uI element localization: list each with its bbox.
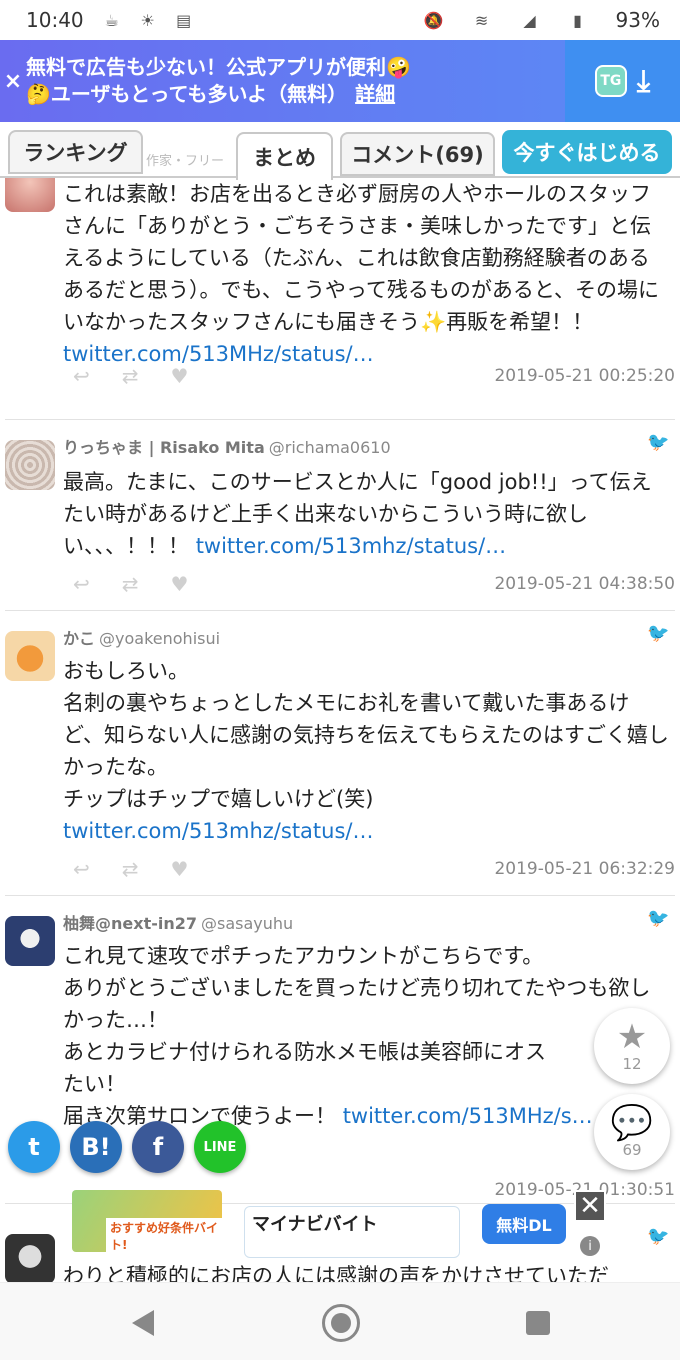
comment-fab[interactable]: 💬 69 bbox=[594, 1094, 670, 1170]
tweet-text: おもしろい。 名刺の裏やちょっとしたメモにお礼を書いて戴いた事あるけど、知らない… bbox=[63, 659, 669, 843]
like-icon[interactable]: ♥ bbox=[171, 572, 189, 596]
ad-image-label: おすすめ好条件バイト! bbox=[106, 1218, 222, 1254]
ad-title[interactable]: マイナビバイト bbox=[252, 1210, 378, 1236]
twitter-bird-icon: 🐦 bbox=[647, 908, 670, 929]
tweet-timestamp[interactable]: 2019-05-21 06:32:29 bbox=[494, 859, 675, 879]
reply-icon[interactable]: ↩ bbox=[73, 857, 90, 881]
download-icon: ⤓ bbox=[636, 63, 651, 99]
tweet-text: これ見て速攻でポチったアカウントがこちらです。 ありがとうございましたを買ったけ… bbox=[63, 944, 651, 1128]
battery-level: 93% bbox=[615, 8, 660, 32]
ad-close-button[interactable]: ✕ bbox=[574, 1190, 606, 1222]
tweet-link[interactable]: twitter.com/513MHz/status/… bbox=[63, 342, 374, 366]
like-icon[interactable]: ♥ bbox=[171, 857, 189, 881]
home-icon[interactable] bbox=[322, 1304, 360, 1342]
tweet-feed[interactable]: これは素敵！お店を出るとき必ず厨房の人やホールのスタッフさんに「ありがとう・ごち… bbox=[0, 178, 680, 1282]
start-now-button[interactable]: 今すぐはじめる bbox=[502, 130, 672, 174]
app-promo-banner[interactable]: × 無料で広告も少ない！公式アプリが便利🤪 🤔ユーザもとっても多いよ（無料） 詳細… bbox=[0, 40, 680, 122]
tweet-link[interactable]: twitter.com/513MHz/s… bbox=[343, 1104, 593, 1128]
facebook-icon: f bbox=[152, 1133, 164, 1161]
app-icon: TG bbox=[594, 65, 627, 97]
banner-text: 無料で広告も少ない！公式アプリが便利🤪 🤔ユーザもとっても多いよ（無料） 詳細 bbox=[26, 54, 565, 108]
twitter-bird-icon: 🐦 bbox=[647, 1226, 670, 1247]
avatar[interactable] bbox=[5, 178, 55, 212]
tweet-author: 柚舞@next-in27 @sasayuhu bbox=[63, 910, 293, 934]
tweet-actions: ↩ ⇄ ♥ bbox=[73, 857, 188, 881]
tweet-timestamp[interactable]: 2019-05-21 00:25:20 bbox=[494, 366, 675, 386]
twitter-icon: t bbox=[28, 1133, 40, 1161]
hatena-share-button[interactable]: B! bbox=[70, 1121, 122, 1173]
retweet-icon[interactable]: ⇄ bbox=[122, 364, 139, 388]
mute-icon: 🔕 bbox=[423, 10, 444, 30]
ad-image[interactable]: おすすめ好条件バイト! bbox=[72, 1190, 222, 1254]
tweet-actions: ↩ ⇄ ♥ bbox=[73, 572, 188, 596]
notification-icon: ☕ bbox=[104, 10, 119, 30]
comment-bubble-icon: 💬 bbox=[610, 1103, 654, 1143]
twitter-bird-icon: 🐦 bbox=[647, 432, 670, 453]
retweet-icon[interactable]: ⇄ bbox=[122, 572, 139, 596]
system-nav-bar bbox=[0, 1282, 680, 1360]
tweet-item: りっちゃま | Risako Mita @richama0610 🐦 最高。たまに… bbox=[5, 420, 675, 611]
like-icon[interactable]: ♥ bbox=[171, 364, 189, 388]
twitter-bird-icon: 🐦 bbox=[647, 623, 670, 644]
author-handle[interactable]: @yoakenohisui bbox=[99, 629, 220, 648]
bottom-ad[interactable]: おすすめ好条件バイト! マイナビバイト 無料DL ✕ i bbox=[72, 1188, 608, 1260]
tweet-link[interactable]: twitter.com/513mhz/status/… bbox=[63, 819, 374, 843]
weather-icon: ☀ bbox=[140, 10, 155, 30]
reply-icon[interactable]: ↩ bbox=[73, 572, 90, 596]
tweet-text: 最高。たまに、このサービスとか人に「good job!!」って伝えたい時があるけ… bbox=[63, 470, 652, 558]
back-icon[interactable] bbox=[132, 1310, 154, 1336]
wifi-icon: ≋ bbox=[474, 10, 489, 30]
banner-line-2: 🤔ユーザもとっても多いよ（無料） bbox=[26, 82, 348, 106]
banner-line-1: 無料で広告も少ない！公式アプリが便利🤪 bbox=[26, 55, 411, 79]
line-icon: LINE bbox=[203, 1139, 237, 1155]
avatar[interactable] bbox=[5, 440, 55, 490]
clock: 10:40 bbox=[26, 8, 84, 32]
tweet-actions: ↩ ⇄ ♥ bbox=[73, 364, 188, 388]
avatar[interactable] bbox=[5, 631, 55, 681]
tweet-item: これは素敵！お店を出るとき必ず厨房の人やホールのスタッフさんに「ありがとう・ごち… bbox=[5, 178, 675, 420]
tweet-author: りっちゃま | Risako Mita @richama0610 bbox=[63, 434, 391, 458]
retweet-icon[interactable]: ⇄ bbox=[122, 857, 139, 881]
tweet-text: わりと積極的にお店の人には感謝の声をかけさせていただ bbox=[63, 1264, 609, 1282]
tweet-link[interactable]: twitter.com/513mhz/status/… bbox=[196, 534, 507, 558]
banner-details-link[interactable]: 詳細 bbox=[355, 82, 395, 106]
tab-faded-label: 作家・フリー bbox=[146, 154, 225, 169]
ad-info-icon[interactable]: i bbox=[580, 1236, 600, 1256]
banner-download-button[interactable]: TG ⤓ bbox=[565, 40, 680, 122]
cast-icon: ▤ bbox=[176, 10, 192, 30]
author-name[interactable]: りっちゃま | Risako Mita bbox=[63, 438, 265, 457]
tab-matome[interactable]: まとめ bbox=[236, 132, 333, 180]
twitter-share-button[interactable]: t bbox=[8, 1121, 60, 1173]
tab-comments[interactable]: コメント(69) bbox=[340, 132, 495, 176]
battery-icon: ▮ bbox=[573, 10, 582, 30]
favorite-count: 12 bbox=[622, 1055, 642, 1073]
avatar[interactable] bbox=[5, 916, 55, 966]
favorite-fab[interactable]: ★ 12 bbox=[594, 1008, 670, 1084]
reply-icon[interactable]: ↩ bbox=[73, 364, 90, 388]
signal-icon: ◢ bbox=[523, 10, 536, 30]
tweet-author: かこ @yoakenohisui bbox=[63, 625, 220, 649]
tab-ranking[interactable]: ランキング bbox=[8, 130, 143, 174]
facebook-share-button[interactable]: f bbox=[132, 1121, 184, 1173]
author-name[interactable]: かこ bbox=[63, 629, 95, 648]
hatena-icon: B! bbox=[81, 1133, 111, 1161]
tweet-item: かこ @yoakenohisui 🐦 おもしろい。 名刺の裏やちょっとしたメモにお… bbox=[5, 611, 675, 896]
banner-close-button[interactable]: × bbox=[0, 69, 26, 94]
comment-count: 69 bbox=[622, 1141, 642, 1159]
star-icon: ★ bbox=[616, 1017, 648, 1057]
author-name[interactable]: 柚舞@next-in27 bbox=[63, 914, 197, 933]
avatar[interactable] bbox=[5, 1234, 55, 1282]
tab-bar: ランキング 作家・フリー まとめ コメント(69) 今すぐはじめる bbox=[0, 122, 680, 180]
line-share-button[interactable]: LINE bbox=[194, 1121, 246, 1173]
tweet-text: これは素敵！お店を出るとき必ず厨房の人やホールのスタッフさんに「ありがとう・ごち… bbox=[63, 182, 659, 366]
status-bar: 10:40 ☕ ☀ ▤ 🔕 ≋ ◢ ▮ 93% bbox=[0, 0, 680, 40]
ad-download-button[interactable]: 無料DL bbox=[482, 1204, 566, 1244]
tweet-timestamp[interactable]: 2019-05-21 04:38:50 bbox=[494, 574, 675, 594]
author-handle[interactable]: @sasayuhu bbox=[201, 914, 293, 933]
author-handle[interactable]: @richama0610 bbox=[269, 438, 391, 457]
recent-apps-icon[interactable] bbox=[526, 1311, 550, 1335]
